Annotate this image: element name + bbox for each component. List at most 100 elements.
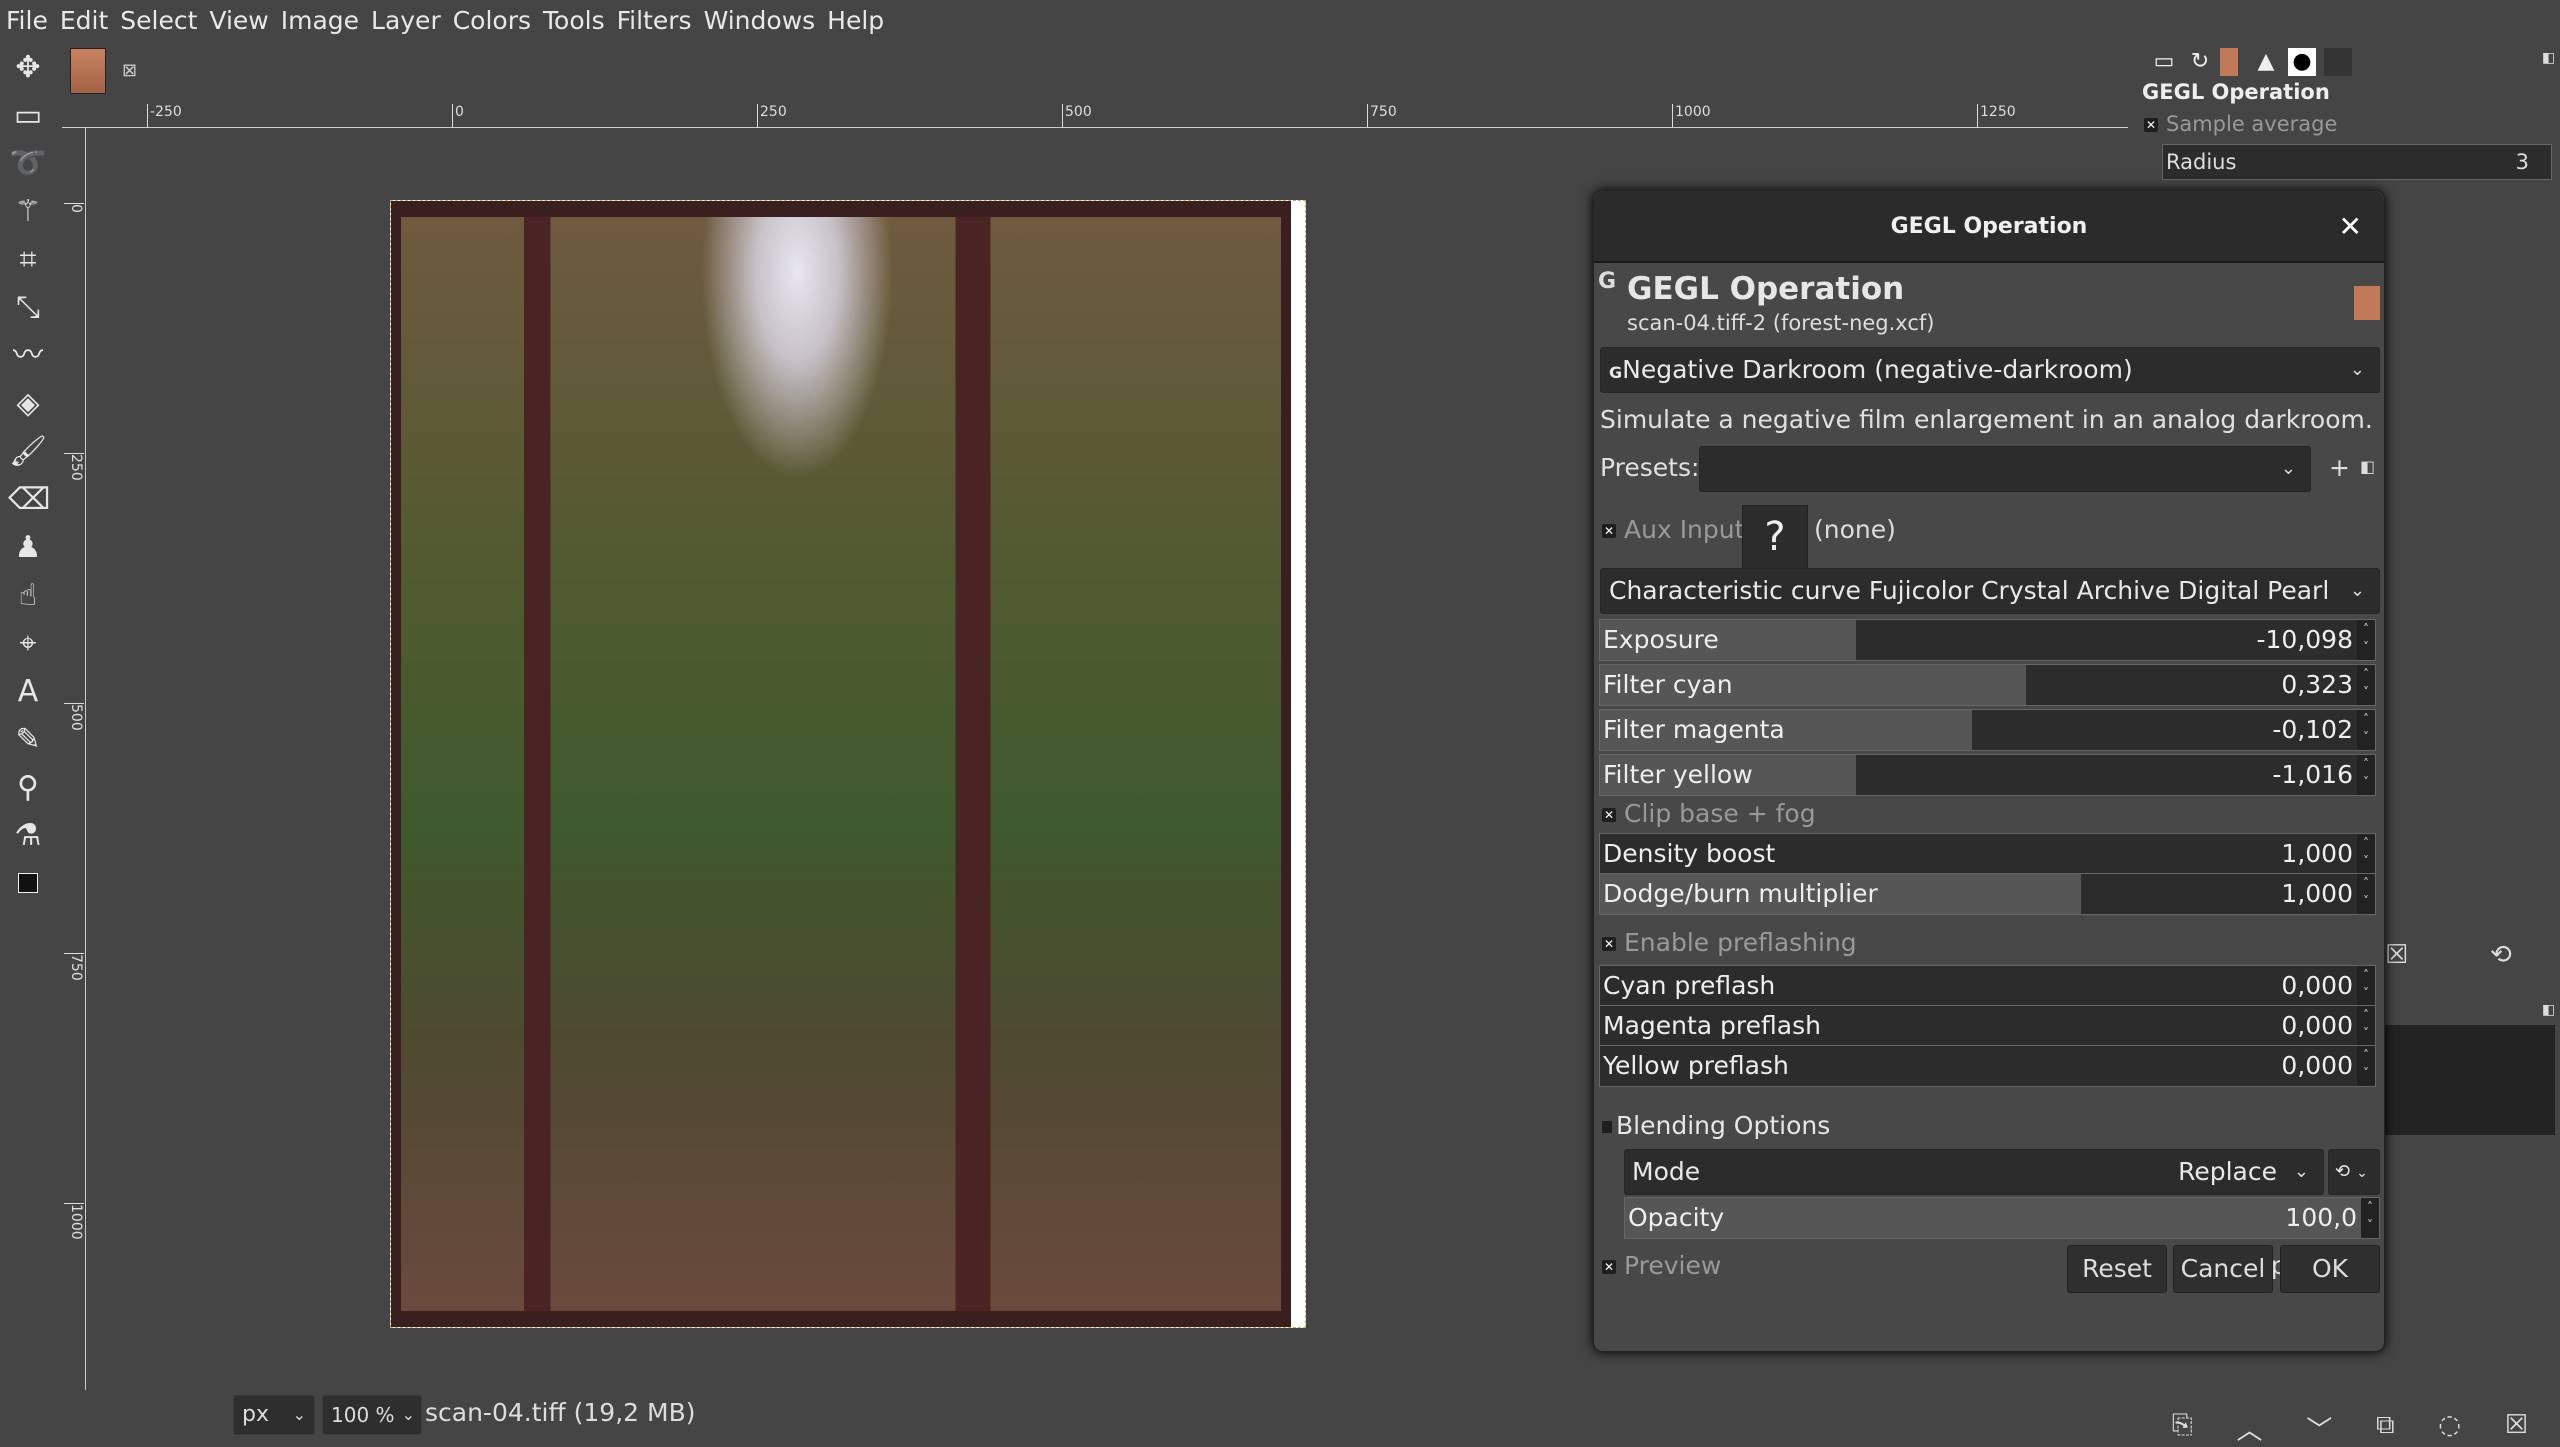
header-subtitle: scan-04.tiff-2 (forest-neg.xcf) [1627, 311, 1935, 335]
menu-file[interactable]: File [6, 6, 48, 35]
unit-select[interactable]: px ⌄ [233, 1395, 315, 1435]
smudge-icon[interactable]: ☝ [8, 576, 48, 616]
mode-select[interactable]: Mode Replace ⌄ [1624, 1149, 2324, 1195]
close-icon[interactable]: ✕ [2339, 191, 2362, 263]
spin-arrows-icon[interactable]: ˄ ˅ [2357, 1006, 2375, 1046]
menu-help[interactable]: Help [827, 6, 884, 35]
dodge-burn-multiplier-slider[interactable]: Dodge/burn multiplier 1,000 ˄ ˅ [1599, 873, 2376, 915]
color-picker-icon[interactable]: ✎ [8, 720, 48, 760]
menu-layer[interactable]: Layer [371, 6, 441, 35]
zoom-select[interactable]: 100 % ⌄ [322, 1395, 422, 1435]
menu-edit[interactable]: Edit [60, 6, 108, 35]
new-layer-icon[interactable]: ⎘ [2172, 1410, 2193, 1447]
paths-tab-icon[interactable]: ▲ [2252, 48, 2280, 76]
delete-layer-icon[interactable]: ☒ [2505, 1410, 2528, 1447]
yellow-preflash-slider[interactable]: Yellow preflash 0,000 ˄ ˅ [1599, 1045, 2376, 1087]
warp-icon[interactable]: 〰 [8, 336, 48, 376]
aux-input-button[interactable]: ? [1742, 505, 1808, 571]
rect-select-icon[interactable]: ▭ [8, 96, 48, 136]
tool-options-tab-icon[interactable]: ▭ [2150, 48, 2178, 76]
slider-label: Cyan preflash [1603, 971, 1776, 1000]
brushes-tab-icon[interactable]: ● [2288, 48, 2316, 76]
eraser-icon[interactable]: ⌫ [8, 480, 50, 520]
image-tab-thumbnail[interactable] [70, 48, 106, 94]
spin-arrows-icon[interactable]: ˄ ˅ [2357, 620, 2375, 660]
ruler-label: 750 [64, 953, 84, 981]
filter-magenta-slider[interactable]: Filter magenta -0,102 ˄ ˅ [1599, 709, 2376, 751]
raise-layer-icon[interactable]: ︿ [2236, 1410, 2262, 1447]
zoom-icon[interactable]: ⚲ [8, 768, 48, 808]
spin-arrows-icon[interactable]: ˄ ˅ [2357, 710, 2375, 750]
menu-tools[interactable]: Tools [543, 6, 605, 35]
images-tab-icon[interactable] [2220, 48, 2238, 76]
status-file-info: scan-04.tiff (19,2 MB) [425, 1398, 696, 1427]
fuzzy-select-icon[interactable]: ⚚ [8, 192, 48, 232]
spin-arrows-icon[interactable]: ˄ ˅ [2357, 755, 2375, 795]
paths-icon[interactable]: ⌖ [8, 624, 48, 664]
crop-icon[interactable]: ⌗ [8, 240, 48, 280]
filter-yellow-slider[interactable]: Filter yellow -1,016 ˄ ˅ [1599, 754, 2376, 796]
paintbrush-icon[interactable]: 🖌 [8, 432, 48, 472]
panel-menu-icon[interactable]: ◧ [2542, 1002, 2555, 1018]
menu-colors[interactable]: Colors [453, 6, 531, 35]
spin-arrows-icon[interactable]: ˄ ˅ [2357, 665, 2375, 705]
mask-icon[interactable]: ◌ [2438, 1410, 2461, 1447]
preview-checkbox[interactable]: ✕ Preview [1602, 1251, 1721, 1280]
lasso-icon[interactable]: ➰ [8, 144, 48, 184]
horizontal-ruler[interactable]: -2500250500750100012501500 [62, 104, 2321, 128]
aux-input-checkbox[interactable]: ✕ Aux Input [1602, 515, 1744, 544]
clear-icon[interactable]: ☒ [2385, 940, 2408, 970]
presets-select[interactable]: ⌄ [1699, 446, 2311, 492]
blending-options-expander[interactable]: Blending Options [1602, 1111, 1830, 1140]
menu-view[interactable]: View [209, 6, 268, 35]
image-tab-close-icon[interactable]: ⊠ [122, 60, 137, 81]
characteristic-curve-select[interactable]: Characteristic curve Fujicolor Crystal A… [1600, 568, 2380, 649]
lower-layer-icon[interactable]: ﹀ [2306, 1410, 2332, 1447]
image-canvas[interactable] [390, 200, 1306, 1328]
spin-arrows-icon[interactable]: ˄ ˅ [2357, 834, 2375, 874]
reset-icon[interactable]: ⟲ [2490, 940, 2512, 970]
filter-cyan-slider[interactable]: Filter cyan 0,323 ˄ ˅ [1599, 664, 2376, 706]
ok-button[interactable]: OK [2280, 1245, 2380, 1293]
add-preset-icon[interactable]: + [2329, 453, 2350, 482]
clip-base-fog-checkbox[interactable]: ✕ Clip base + fog [1602, 799, 1816, 828]
exposure-slider[interactable]: Exposure -10,098 ˄ ˅ [1599, 619, 2376, 661]
cancel-button[interactable]: Cancel [2173, 1245, 2273, 1293]
enable-preflashing-checkbox[interactable]: ✕ Enable preflashing [1602, 928, 1857, 957]
cyan-preflash-slider[interactable]: Cyan preflash 0,000 ˄ ˅ [1599, 965, 2376, 1007]
fg-bg-color-icon[interactable] [8, 864, 48, 904]
opacity-slider[interactable]: Opacity 100,0 ˄ ˅ [1624, 1197, 2380, 1239]
vertical-ruler[interactable]: 0 250 500 750 1000 [62, 128, 86, 1390]
bucket-fill-icon[interactable]: ◈ [8, 384, 48, 424]
operation-select[interactable]: GNegative Darkroom (negative-darkroom) ⌄ [1600, 347, 2380, 393]
patterns-tab-icon[interactable] [2324, 48, 2352, 76]
density-boost-slider[interactable]: Density boost 1,000 ˄ ˅ [1599, 833, 2376, 875]
enable-preflashing-label: Enable preflashing [1624, 928, 1857, 957]
question-icon: ? [1764, 514, 1786, 560]
magenta-preflash-slider[interactable]: Magenta preflash 0,000 ˄ ˅ [1599, 1005, 2376, 1047]
reset-button[interactable]: Reset [2067, 1245, 2167, 1293]
clone-icon[interactable]: ♟ [8, 528, 48, 568]
spin-arrows-icon[interactable]: ˄ ˅ [2361, 1198, 2379, 1238]
spin-arrows-icon[interactable]: ˄ ˅ [2357, 874, 2375, 914]
slider-label: Filter cyan [1603, 670, 1733, 699]
composite-mode-select[interactable]: ⟲ ⌄ [2328, 1149, 2380, 1195]
text-icon[interactable]: A [8, 672, 48, 712]
device-status-tab-icon[interactable]: ↻ [2186, 48, 2214, 76]
preset-menu-icon[interactable]: ◧ [2360, 457, 2375, 476]
sample-average-checkbox[interactable]: ✕ Sample average [2144, 112, 2337, 136]
zoom-value: 100 % [331, 1403, 395, 1427]
layers-toolbar: ⎘ ︿ ﹀ ⧉ ◌ ☒ [2150, 1410, 2550, 1447]
menu-filters[interactable]: Filters [617, 6, 692, 35]
spin-arrows-icon[interactable]: ˄ ˅ [2357, 1046, 2375, 1086]
menu-select[interactable]: Select [120, 6, 197, 35]
menu-windows[interactable]: Windows [704, 6, 816, 35]
move-icon[interactable]: ✥ [8, 48, 48, 88]
transform-icon[interactable]: ⤡ [8, 288, 48, 328]
menu-image[interactable]: Image [281, 6, 359, 35]
spin-arrows-icon[interactable]: ˄ ˅ [2357, 966, 2375, 1006]
duplicate-layer-icon[interactable]: ⧉ [2376, 1410, 2395, 1447]
gegl-icon[interactable]: ⚗ [8, 816, 48, 856]
radius-field[interactable]: Radius 3 [2162, 144, 2552, 180]
panel-menu-icon[interactable]: ◧ [2542, 50, 2555, 66]
